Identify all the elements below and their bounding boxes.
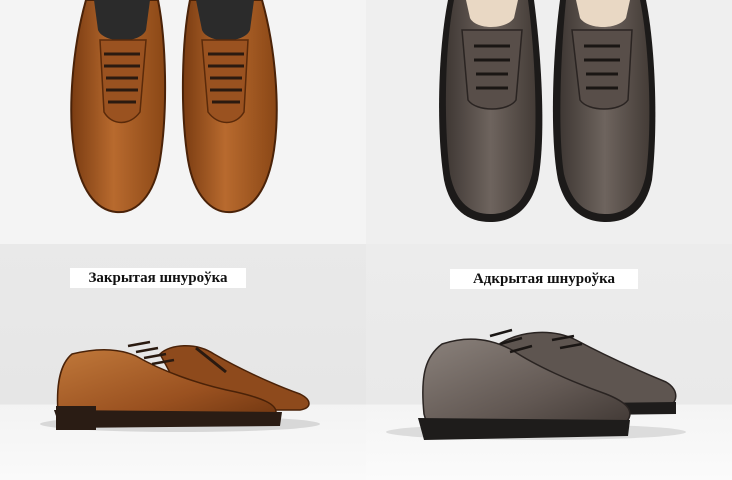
shoe-comparison-grid: Закрытая шнуроўка Адкрытая шнуроўка (0, 0, 732, 480)
open-lacing-caption: Адкрытая шнуроўка (450, 269, 638, 289)
brown-oxford-top-view-image (0, 0, 366, 244)
grey-derby-top-view-image (366, 0, 732, 244)
closed-lacing-caption: Закрытая шнуроўка (70, 268, 246, 288)
